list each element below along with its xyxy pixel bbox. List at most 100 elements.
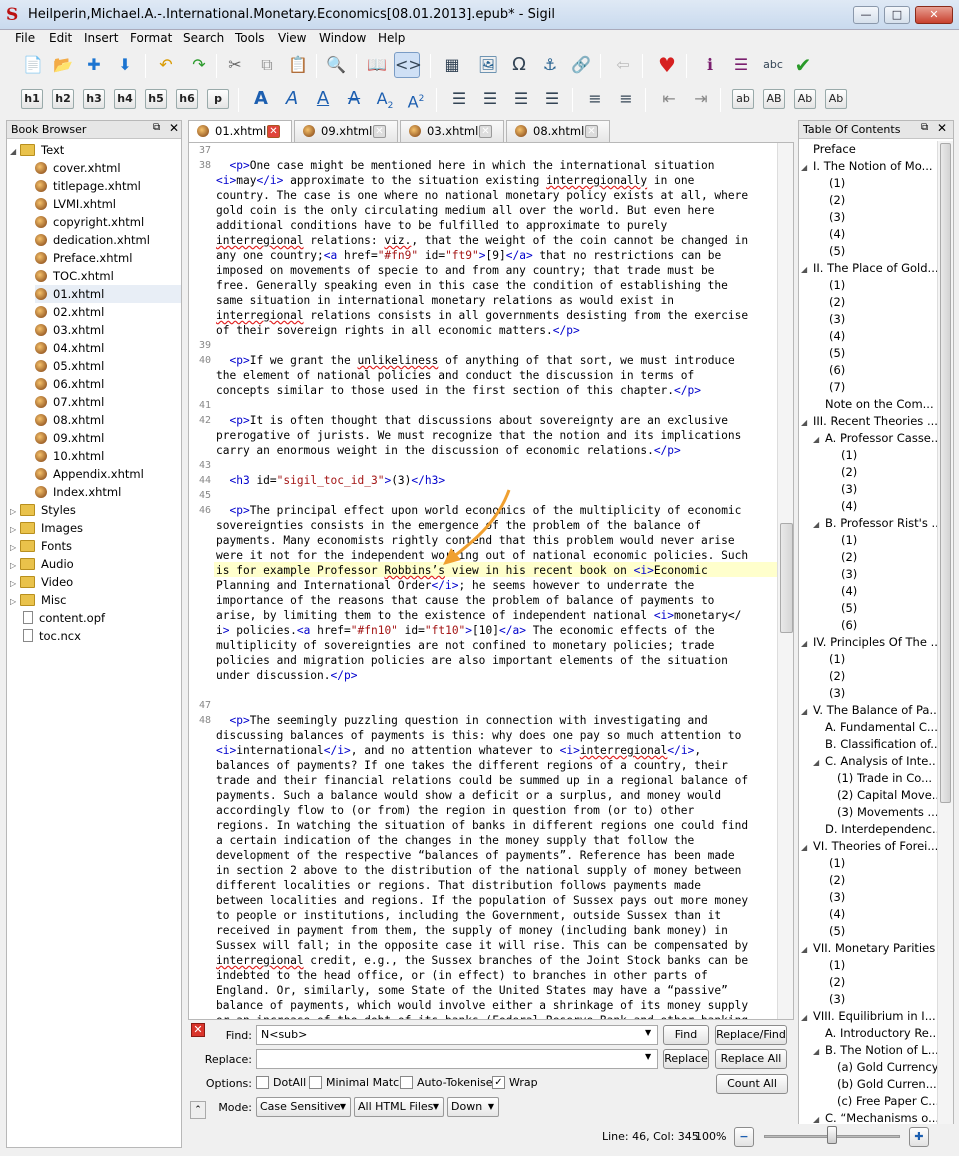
heading-2-button[interactable]: h2 — [52, 89, 74, 109]
toc-item[interactable]: (1) — [825, 532, 937, 549]
tree-file-item[interactable]: dedication.xhtml — [35, 231, 150, 249]
toc-item[interactable]: (4) — [825, 498, 937, 515]
heading-1-button[interactable]: h1 — [21, 89, 43, 109]
tree-file-item[interactable]: 01.xhtml — [35, 285, 181, 303]
toc-item[interactable]: (2) — [813, 192, 937, 209]
tree-file-item[interactable]: titlepage.xhtml — [35, 177, 141, 195]
auto-tokenise-checkbox[interactable] — [400, 1076, 413, 1089]
toc-item[interactable]: (3) Movements ... — [825, 804, 937, 821]
close-panel-icon[interactable]: ✕ — [169, 121, 179, 135]
expanded-arrow-icon[interactable]: ◢ — [813, 431, 825, 447]
menu-view[interactable]: View — [278, 31, 306, 45]
close-panel-icon[interactable]: ✕ — [937, 121, 947, 135]
expand-arrow-icon[interactable]: ◢ — [10, 143, 20, 161]
tree-file-item[interactable]: 09.xhtml — [35, 429, 104, 447]
insert-link-icon[interactable]: 🔗 — [568, 52, 594, 78]
tree-file-item[interactable]: Preface.xhtml — [35, 249, 132, 267]
expanded-arrow-icon[interactable]: ◢ — [801, 635, 813, 651]
toc-item[interactable]: (3) — [813, 991, 937, 1008]
toc-item[interactable]: (1) — [813, 957, 937, 974]
open-file-icon[interactable]: 📂 — [50, 52, 76, 78]
cut-icon[interactable]: ✂ — [222, 52, 248, 78]
toc-item[interactable]: ◢ I. The Notion of Mo... — [801, 158, 937, 175]
find-history-arrow-icon[interactable]: ▼ — [645, 1028, 651, 1037]
heading-4-button[interactable]: h4 — [114, 89, 136, 109]
close-tab-icon[interactable]: ✕ — [479, 125, 492, 138]
find-replace-icon[interactable]: 🔍 — [323, 52, 349, 78]
tree-folder-item[interactable]: ▷ Audio — [10, 555, 74, 573]
expanded-arrow-icon[interactable]: ◢ — [801, 703, 813, 719]
tree-folder-text[interactable]: ◢ Text — [10, 141, 64, 159]
toc-item[interactable]: D. Interdependenc... — [813, 821, 937, 838]
replace-all-button[interactable]: Replace All — [715, 1049, 787, 1069]
align-left-icon[interactable]: ☰ — [446, 86, 472, 112]
toc-item[interactable]: (2) — [825, 549, 937, 566]
heading-6-button[interactable]: h6 — [176, 89, 198, 109]
spellcheck-icon[interactable]: abc — [760, 52, 786, 78]
editor-vertical-scrollbar[interactable] — [777, 143, 793, 1019]
minimize-button[interactable]: — — [853, 6, 879, 24]
toc-item[interactable]: (2) — [813, 872, 937, 889]
new-file-icon[interactable]: 📄 — [20, 52, 46, 78]
toc-item[interactable]: (3) — [825, 566, 937, 583]
titlecase-button[interactable]: Ab — [794, 89, 816, 109]
menu-edit[interactable]: Edit — [49, 31, 72, 45]
expanded-arrow-icon[interactable]: ◢ — [813, 516, 825, 532]
decrease-indent-icon[interactable]: ⇤ — [656, 86, 682, 112]
toc-item[interactable]: Note on the Com... — [813, 396, 937, 413]
toc-item[interactable]: ◢ A. Professor Casse... — [813, 430, 937, 447]
toc-item[interactable]: (1) — [813, 175, 937, 192]
add-file-icon[interactable]: ✚ — [81, 52, 107, 78]
tree-file-item[interactable]: cover.xhtml — [35, 159, 121, 177]
justify-icon[interactable]: ☰ — [539, 86, 565, 112]
insert-image-icon[interactable]: 🖼 — [475, 52, 501, 78]
wrap-checkbox[interactable]: ✓ — [492, 1076, 505, 1089]
menu-help[interactable]: Help — [378, 31, 405, 45]
lowercase-button[interactable]: ab — [732, 89, 754, 109]
close-tab-icon[interactable]: ✕ — [585, 125, 598, 138]
paste-icon[interactable]: 📋 — [285, 52, 311, 78]
toc-item[interactable]: Preface — [801, 141, 937, 158]
tree-file-item[interactable]: Index.xhtml — [35, 483, 121, 501]
toc-item[interactable]: (2) Capital Move... — [825, 787, 937, 804]
replace-button[interactable]: Replace — [663, 1049, 709, 1069]
capitalize-button[interactable]: Ab — [825, 89, 847, 109]
collapsed-arrow-icon[interactable]: ▷ — [10, 593, 20, 611]
tree-folder-item[interactable]: ▷ Video — [10, 573, 73, 591]
expanded-arrow-icon[interactable]: ◢ — [801, 1009, 813, 1025]
tab-08-xhtml[interactable]: 08.xhtml ✕ — [506, 120, 610, 142]
insert-special-character-icon[interactable]: Ω — [506, 52, 532, 78]
toc-item[interactable]: (2) — [813, 974, 937, 991]
toc-item[interactable]: A. Fundamental C... — [813, 719, 937, 736]
tab-09-xhtml[interactable]: 09.xhtml ✕ — [294, 120, 398, 142]
menu-window[interactable]: Window — [319, 31, 366, 45]
toc-item[interactable]: (6) — [825, 617, 937, 634]
toc-item[interactable]: (3) — [813, 889, 937, 906]
tree-file-item[interactable]: toc.ncx — [23, 627, 81, 645]
tree-file-item[interactable]: TOC.xhtml — [35, 267, 114, 285]
toc-item[interactable]: A. Introductory Re... — [813, 1025, 937, 1042]
toc-item[interactable]: (1) — [813, 277, 937, 294]
tree-file-item[interactable]: content.opf — [23, 609, 105, 627]
tree-file-item[interactable]: 10.xhtml — [35, 447, 104, 465]
paragraph-button[interactable]: p — [207, 89, 229, 109]
split-merge-icon[interactable]: ▦ — [439, 52, 465, 78]
dotall-checkbox[interactable] — [256, 1076, 269, 1089]
tree-file-item[interactable]: 08.xhtml — [35, 411, 104, 429]
code-editor[interactable]: 37 38 39 40 41 42 43 44 45 46 47 48 <p>One case mig… — [188, 142, 794, 1020]
toc-item[interactable]: ◢ II. The Place of Gold... — [801, 260, 937, 277]
toc-item[interactable]: (4) — [813, 226, 937, 243]
toc-item[interactable]: (3) — [825, 481, 937, 498]
expanded-arrow-icon[interactable]: ◢ — [801, 941, 813, 957]
toc-item[interactable]: (7) — [813, 379, 937, 396]
menu-search[interactable]: Search — [183, 31, 224, 45]
search-mode-select[interactable]: Case Sensitive ▼ — [256, 1097, 351, 1117]
expanded-arrow-icon[interactable]: ◢ — [801, 261, 813, 277]
insert-anchor-icon[interactable]: ⚓ — [537, 52, 563, 78]
undo-icon[interactable]: ↶ — [153, 52, 179, 78]
toc-item[interactable]: ◢ III. Recent Theories ... — [801, 413, 937, 430]
toc-item[interactable]: (c) Free Paper C... — [825, 1093, 937, 1110]
tree-file-item[interactable]: 07.xhtml — [35, 393, 104, 411]
bold-icon[interactable]: A — [248, 86, 274, 112]
toc-item[interactable]: ◢ V. The Balance of Pa... — [801, 702, 937, 719]
